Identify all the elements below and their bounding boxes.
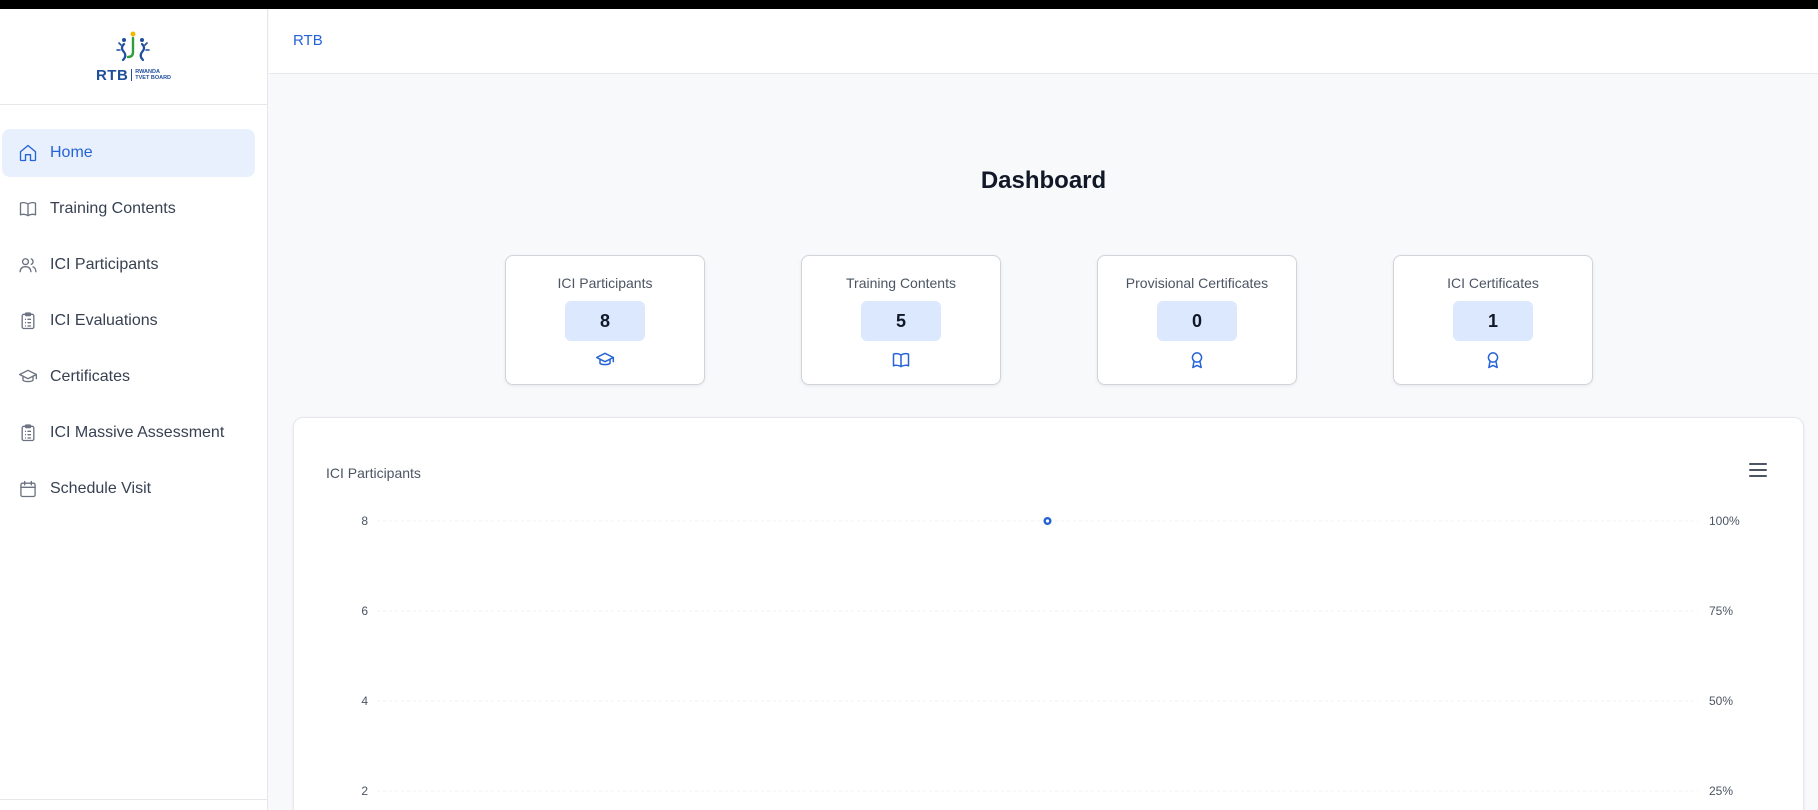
book-icon (890, 349, 912, 371)
y-tick-right: 75% (1709, 604, 1733, 618)
sidebar-item-label: ICI Evaluations (50, 312, 158, 329)
stat-card-provisional-certificates[interactable]: Provisional Certificates 0 (1097, 255, 1297, 385)
y-tick-right: 25% (1709, 784, 1733, 798)
stat-card-ici-participants[interactable]: ICI Participants 8 (505, 255, 705, 385)
y-tick-left: 6 (361, 604, 368, 618)
page-title: Dashboard (980, 167, 1107, 194)
logo-subtitle-line2: TVET BOARD (135, 75, 172, 81)
sidebar-item-label: Certificates (50, 368, 131, 385)
stat-value: 8 (565, 301, 645, 341)
breadcrumb[interactable]: RTB (293, 32, 323, 49)
chart-card-ici-participants: ICI Participants 8 100% 6 75% 4 50% 2 25% (293, 417, 1804, 810)
stat-value: 5 (861, 301, 941, 341)
sidebar-item-label: Home (50, 144, 93, 161)
y-tick-right: 50% (1709, 694, 1733, 708)
logo-acronym: RTB (95, 66, 129, 84)
stat-label: ICI Certificates (1447, 275, 1539, 291)
top-bar: RTB (269, 9, 1818, 74)
sidebar-footer-divider (0, 799, 268, 800)
sidebar-item-certificates[interactable]: Certificates (2, 353, 255, 401)
y-tick-left: 4 (361, 694, 368, 708)
clipboard-icon (18, 423, 38, 443)
stat-label: Provisional Certificates (1125, 275, 1269, 291)
clipboard-icon (18, 311, 38, 331)
logo-area: RTB RWANDA TVET BOARD (0, 9, 267, 105)
stat-value: 1 (1453, 301, 1533, 341)
sidebar-item-label: ICI Massive Assessment (50, 424, 225, 441)
app-window: RTB RWANDA TVET BOARD Home Training Cont… (0, 9, 1818, 810)
stat-label: ICI Participants (557, 275, 653, 291)
sidebar-item-ici-evaluations[interactable]: ICI Evaluations (2, 297, 255, 345)
sidebar-nav: Home Training Contents ICI Participants … (0, 105, 267, 513)
logo-divider (131, 69, 133, 81)
chart-plot: 8 100% 6 75% 4 50% 2 25% (361, 514, 1740, 798)
calendar-icon (18, 479, 38, 499)
award-icon (1482, 349, 1504, 371)
sidebar-item-ici-participants[interactable]: ICI Participants (2, 241, 255, 289)
sidebar-item-label: ICI Participants (50, 256, 159, 273)
award-icon (1186, 349, 1208, 371)
y-tick-left: 2 (361, 784, 368, 798)
stat-card-training-contents[interactable]: Training Contents 5 (801, 255, 1001, 385)
book-icon (18, 199, 38, 219)
graduation-cap-icon (594, 349, 616, 371)
sidebar: RTB RWANDA TVET BOARD Home Training Cont… (0, 9, 268, 810)
sidebar-item-ici-massive-assessment[interactable]: ICI Massive Assessment (2, 409, 255, 457)
stat-card-ici-certificates[interactable]: ICI Certificates 1 (1393, 255, 1593, 385)
stat-label: Training Contents (846, 275, 956, 291)
stat-value: 0 (1157, 301, 1237, 341)
graduation-cap-icon (18, 367, 38, 387)
rtb-logo-mark-icon (116, 31, 151, 61)
sidebar-item-label: Schedule Visit (50, 480, 152, 497)
y-tick-left: 8 (361, 514, 368, 528)
rtb-logo[interactable]: RTB RWANDA TVET BOARD (96, 30, 171, 84)
sidebar-item-home[interactable]: Home (2, 129, 255, 177)
y-tick-right: 100% (1709, 514, 1740, 528)
data-point-center (1045, 519, 1050, 523)
home-icon (18, 143, 38, 163)
sidebar-item-schedule-visit[interactable]: Schedule Visit (2, 465, 255, 513)
users-icon (18, 255, 38, 275)
sidebar-item-training-contents[interactable]: Training Contents (2, 185, 255, 233)
logo-subtitle: RWANDA TVET BOARD (135, 69, 171, 81)
sidebar-item-label: Training Contents (50, 200, 176, 217)
